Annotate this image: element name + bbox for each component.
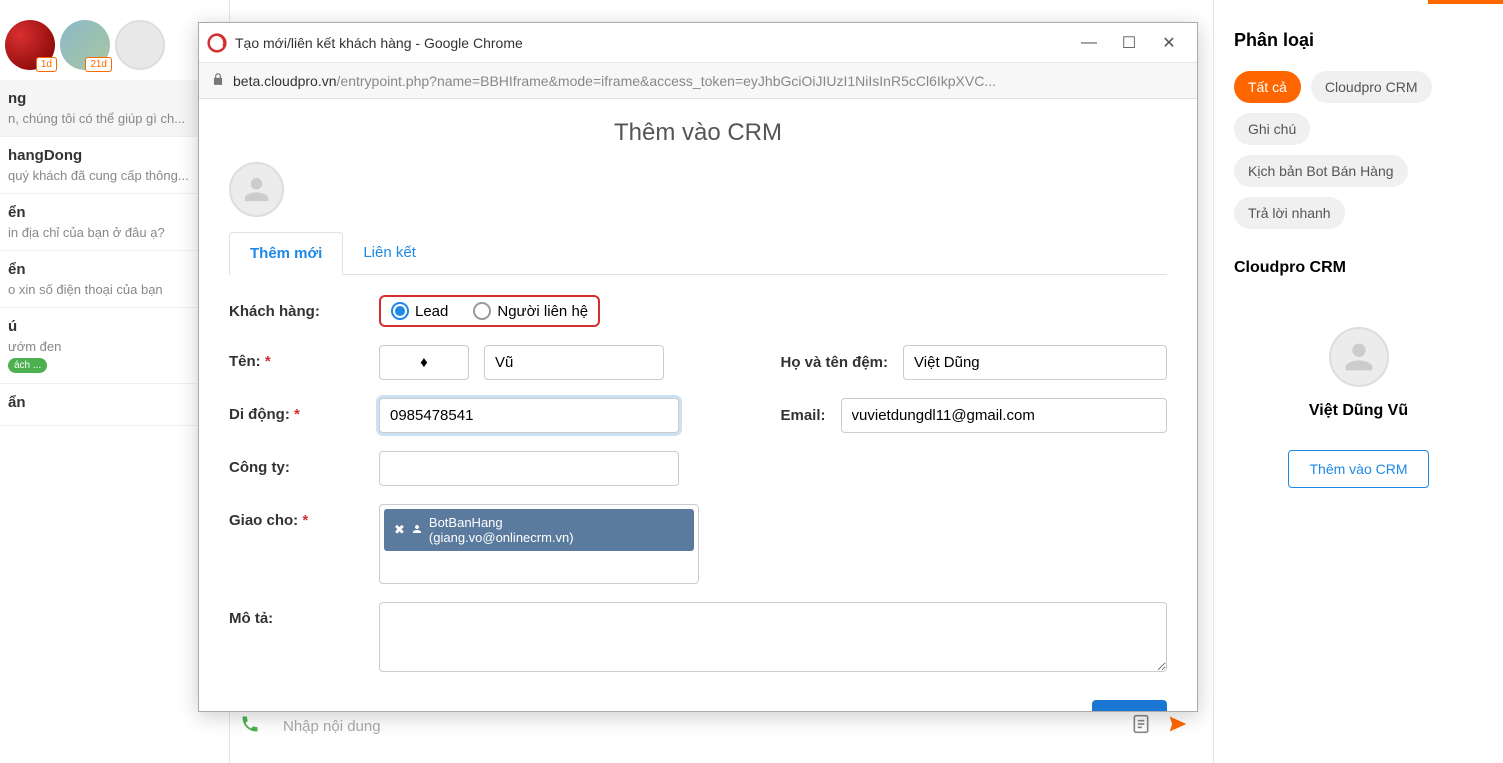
assigned-chip[interactable]: ✖ BotBanHang(giang.vo@onlinecrm.vn)	[384, 509, 694, 551]
maximize-button[interactable]: ☐	[1109, 28, 1149, 58]
chip-cloudpro[interactable]: Cloudpro CRM	[1311, 71, 1432, 103]
chat-title: ển	[8, 204, 221, 221]
user-icon	[411, 523, 423, 538]
minimize-button[interactable]: —	[1069, 28, 1109, 58]
chat-list-column: 1d 21d ng n, chúng tôi có thể giúp gì ch…	[0, 0, 230, 763]
section-header: Cloudpro CRM	[1234, 259, 1483, 277]
assigned-label: Giao cho: *	[229, 504, 359, 529]
email-input[interactable]	[841, 398, 1167, 433]
chat-item[interactable]: ng n, chúng tôi có thể giúp gì ch...	[0, 80, 229, 137]
chat-item[interactable]: ển o xin số điện thoại của bạn	[0, 251, 229, 308]
avatar-item[interactable]: 1d	[5, 20, 55, 70]
first-name-input[interactable]	[484, 345, 664, 380]
document-icon[interactable]	[1131, 712, 1151, 742]
company-label: Công ty:	[229, 451, 359, 476]
assigned-to-box[interactable]: ✖ BotBanHang(giang.vo@onlinecrm.vn)	[379, 504, 699, 584]
company-input[interactable]	[379, 451, 679, 486]
page-title: Thêm vào CRM	[229, 119, 1167, 147]
name-label: Tên: *	[229, 345, 359, 370]
tag: ách ...	[8, 358, 47, 373]
customer-type-group: Lead Người liên hệ	[379, 295, 600, 327]
email-label: Email:	[781, 407, 826, 424]
chat-preview: in địa chỉ của bạn ở đâu ạ?	[8, 225, 221, 240]
send-icon[interactable]	[1166, 714, 1190, 740]
chat-input-row: Nhập nội dung	[240, 710, 1190, 743]
chrome-popup-window: Tạo mới/liên kết khách hàng - Google Chr…	[198, 22, 1198, 712]
contact-avatar	[1329, 327, 1389, 387]
time-badge: 1d	[36, 57, 57, 72]
address-bar[interactable]: beta.cloudpro.vn/entrypoint.php?name=BBH…	[199, 63, 1197, 99]
chat-item[interactable]: ển in địa chỉ của bạn ở đâu ạ?	[0, 194, 229, 251]
phone-icon[interactable]	[240, 714, 260, 740]
user-avatar	[229, 162, 284, 217]
content-area: Thêm vào CRM Thêm mới Liên kết Khách hàn…	[199, 99, 1197, 711]
chat-title: hangDong	[8, 147, 221, 164]
salutation-select[interactable]: ♦	[379, 345, 469, 380]
save-button[interactable]: Lưu	[1092, 700, 1167, 711]
add-to-crm-button[interactable]: Thêm vào CRM	[1288, 450, 1428, 488]
chip-bot[interactable]: Kịch bản Bot Bán Hàng	[1234, 155, 1408, 187]
chat-item[interactable]: ẩn	[0, 384, 229, 426]
close-button[interactable]: ✕	[1149, 28, 1189, 58]
crm-form: Khách hàng: Lead Người liên hệ Tên: * ♦ …	[229, 295, 1167, 672]
chat-item[interactable]: hangDong quý khách đã cung cấp thông...	[0, 137, 229, 194]
chat-input[interactable]: Nhập nội dung	[275, 710, 1116, 743]
sort-icon: ♦	[420, 354, 428, 371]
chat-preview: quý khách đã cung cấp thông...	[8, 168, 221, 183]
chat-title: ển	[8, 261, 221, 278]
window-controls: — ☐ ✕	[1069, 28, 1189, 58]
time-badge: 21d	[85, 57, 112, 72]
app-icon	[207, 33, 227, 53]
radio-lead[interactable]: Lead	[391, 302, 448, 320]
url-path: /entrypoint.php?name=BBHIframe&mode=ifra…	[337, 73, 996, 89]
radio-icon	[473, 302, 491, 320]
mobile-label: Di động: *	[229, 398, 359, 423]
chip-notes[interactable]: Ghi chú	[1234, 113, 1310, 145]
chat-preview: ướm đen	[8, 339, 221, 354]
description-label: Mô tả:	[229, 602, 359, 627]
lock-icon	[211, 72, 225, 89]
tab-new[interactable]: Thêm mới	[229, 232, 343, 275]
chat-title: ng	[8, 90, 221, 107]
description-input[interactable]	[379, 602, 1167, 672]
right-panel: Phân loại Tất cả Cloudpro CRM Ghi chú Kị…	[1213, 0, 1503, 763]
mobile-input[interactable]	[379, 398, 679, 433]
remove-icon[interactable]: ✖	[394, 522, 405, 538]
filter-chips: Tất cả Cloudpro CRM Ghi chú Kịch bản Bot…	[1234, 71, 1483, 229]
customer-type-label: Khách hàng:	[229, 295, 359, 320]
tab-link[interactable]: Liên kết	[343, 232, 436, 274]
avatar-item[interactable]: 21d	[60, 20, 110, 70]
chat-title: ẩn	[8, 394, 221, 411]
window-title: Tạo mới/liên kết khách hàng - Google Chr…	[235, 35, 1069, 51]
contact-name: Việt Dũng Vũ	[1234, 402, 1483, 420]
avatar-row: 1d 21d	[0, 0, 229, 80]
avatar-item[interactable]	[115, 20, 165, 70]
window-titlebar: Tạo mới/liên kết khách hàng - Google Chr…	[199, 23, 1197, 63]
classification-title: Phân loại	[1234, 30, 1483, 51]
chat-preview: o xin số điện thoại của bạn	[8, 282, 221, 297]
lastname-label: Họ và tên đệm:	[781, 354, 889, 371]
avatar	[115, 20, 165, 70]
url-host: beta.cloudpro.vn	[233, 73, 337, 89]
radio-icon	[391, 302, 409, 320]
chip-all[interactable]: Tất cả	[1234, 71, 1301, 103]
radio-contact[interactable]: Người liên hệ	[473, 302, 588, 320]
tabs: Thêm mới Liên kết	[229, 232, 1167, 275]
chat-preview: n, chúng tôi có thể giúp gì ch...	[8, 111, 221, 126]
chat-title: ú	[8, 318, 221, 335]
last-name-input[interactable]	[903, 345, 1167, 380]
chat-item[interactable]: ú ướm đen ách ...	[0, 308, 229, 384]
chip-quick-reply[interactable]: Trả lời nhanh	[1234, 197, 1345, 229]
